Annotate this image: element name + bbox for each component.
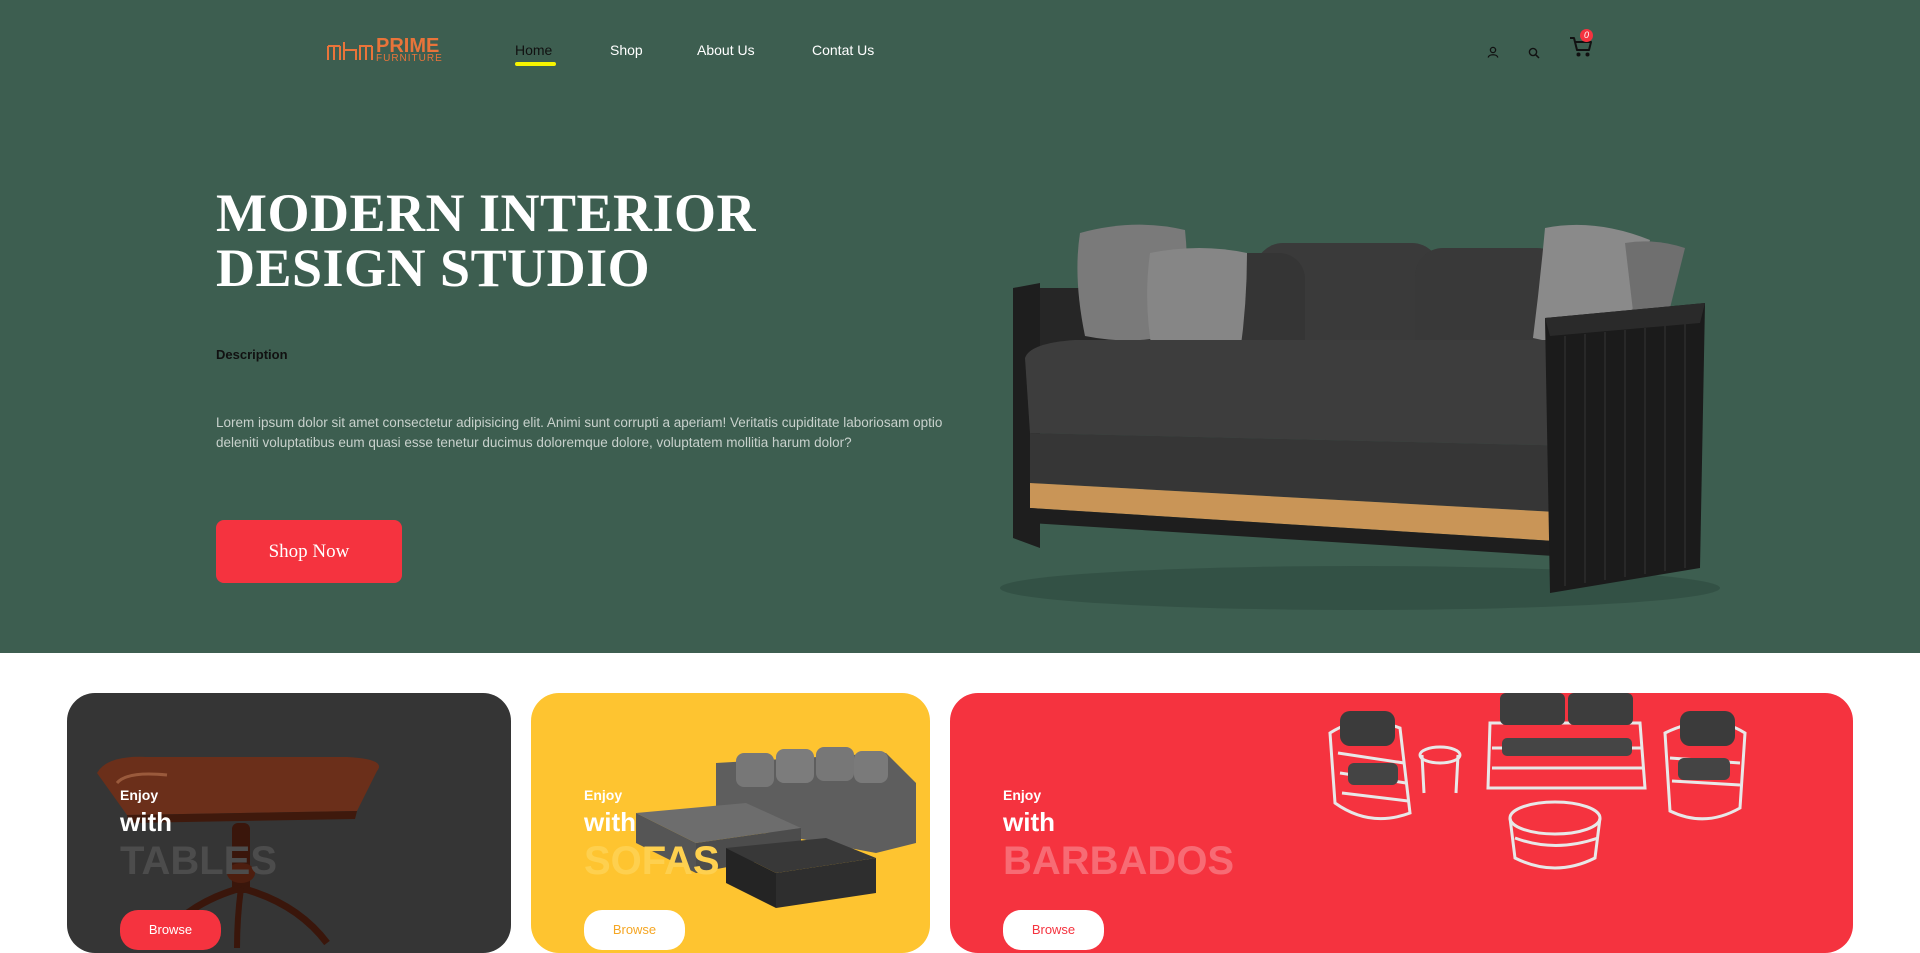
shop-now-button[interactable]: Shop Now xyxy=(216,520,402,583)
nav-about-us[interactable]: About Us xyxy=(697,40,755,60)
user-icon[interactable] xyxy=(1487,43,1499,62)
card-enjoy-label: Enjoy xyxy=(1003,787,1042,803)
card-with-label: with xyxy=(1003,807,1055,837)
category-card-tables[interactable]: Enjoy with TABLES Browse xyxy=(67,693,511,953)
nav-home[interactable]: Home xyxy=(515,40,552,60)
brand-tagline: FURNITURE xyxy=(376,53,443,64)
card-category-name: SOFAS xyxy=(584,839,720,883)
brand-logo[interactable]: PRIME FURNITURE xyxy=(326,36,442,66)
hero-description: Lorem ipsum dolor sit amet consectetur a… xyxy=(216,415,943,450)
card-category-name: TABLES xyxy=(120,839,278,883)
hero-title: MODERN INTERIOR DESIGN STUDIO xyxy=(216,183,757,298)
sofa-image xyxy=(1000,224,1720,610)
hero-subtitle: Description xyxy=(216,347,288,362)
card-with-label: with xyxy=(120,807,172,837)
nav-active-indicator xyxy=(515,62,556,66)
browse-sofas-button[interactable]: Browse xyxy=(584,910,685,950)
outdoor-furniture-set-image xyxy=(1328,693,1747,870)
search-icon[interactable] xyxy=(1528,44,1540,63)
nav-contact-us[interactable]: Contat Us xyxy=(812,40,874,60)
card-with-label: with xyxy=(584,807,636,837)
browse-barbados-button[interactable]: Browse xyxy=(1003,910,1104,950)
browse-tables-button[interactable]: Browse xyxy=(120,910,221,950)
furniture-logo-icon xyxy=(327,42,373,60)
card-category-name: BARBADOS xyxy=(1003,839,1235,883)
category-card-sofas[interactable]: Enjoy with SOFAS Browse xyxy=(531,693,930,953)
nav-shop[interactable]: Shop xyxy=(610,40,643,60)
hero-section: PRIME FURNITURE Home Shop About Us Conta… xyxy=(0,0,1920,653)
category-card-barbados[interactable]: Enjoy with BARBADOS Browse xyxy=(950,693,1853,953)
card-enjoy-label: Enjoy xyxy=(120,787,159,803)
sectional-sofa-image xyxy=(636,747,916,908)
card-enjoy-label: Enjoy xyxy=(584,787,623,803)
cart-count-badge: 0 xyxy=(1580,29,1593,42)
